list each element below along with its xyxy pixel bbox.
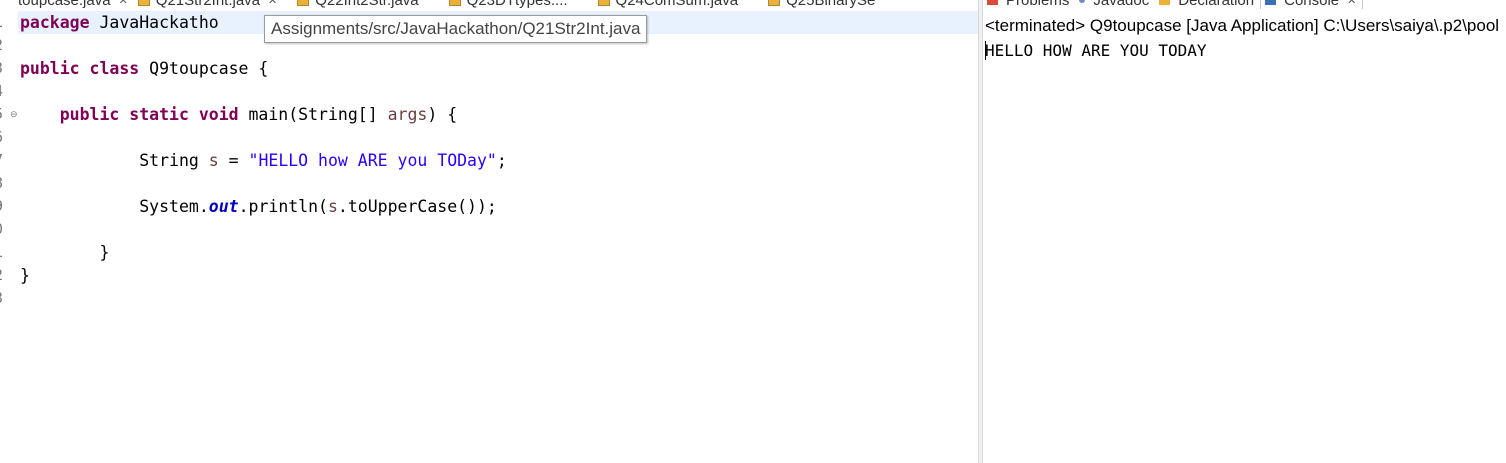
line-number: 7 [0,149,12,172]
eclipse-workbench: Q9toupcase.java ✕ Q21Str2Int.java ✕ Q22I… [0,0,1506,463]
line-number: 3 [0,57,12,80]
static-field-token: out [208,197,239,216]
line-number: 9 [0,195,12,218]
javadoc-icon [1079,0,1086,3]
editor-tab-q9toupcase[interactable]: Q9toupcase.java ✕ [0,0,134,9]
line-number: 8 [0,172,12,195]
tab-label: Declaration [1178,0,1255,9]
code-token: } [20,266,30,285]
code-token: ) { [427,105,458,124]
console-icon [1265,0,1277,5]
editor-tab-label: Q24ComSum.java [615,0,739,9]
code-token: main(String[] [238,105,388,124]
tab-path-tooltip: Assignments/src/JavaHackathon/Q21Str2Int… [264,15,648,43]
keyword-token: package [20,13,90,32]
tab-console[interactable]: Console ✕ [1260,0,1364,9]
code-line-1[interactable]: package JavaHackatho [20,11,219,34]
java-file-icon [597,0,610,6]
line-number-gutter: 1 2 3 4 5 ⊖ 6 7 8 9 0 1 2 3 [0,0,18,463]
console-output-text[interactable]: HELLO HOW ARE YOU TODAY [985,40,1207,62]
console-status-header: <terminated> Q9toupcase [Java Applicatio… [985,16,1500,35]
editor-tab-q21str2int[interactable]: Q21Str2Int.java ✕ [134,0,283,9]
code-token: } [20,243,110,262]
tab-label: Console [1284,0,1340,9]
code-token: System. [139,197,209,216]
tab-problems[interactable]: Problems [983,0,1075,9]
java-file-icon [137,0,150,6]
editor-tab-q25binaryse[interactable]: Q25BinarySe [764,0,881,9]
editor-tab-label: Q22Int2Str.java [315,0,419,9]
close-icon[interactable]: ✕ [1347,0,1356,7]
tab-declaration[interactable]: Declaration [1155,0,1260,9]
editor-tab-q23dttypes[interactable]: Q23DTtypes.... [445,0,574,9]
console-tab-bar: Problems Javadoc Declaration Console ✕ [983,0,1364,11]
java-file-icon [448,0,461,6]
close-icon[interactable]: ✕ [119,0,128,7]
editor-tab-q24comsum[interactable]: Q24ComSum.java [594,0,745,9]
editor-pane: Q9toupcase.java ✕ Q21Str2Int.java ✕ Q22I… [0,0,978,463]
code-line-3[interactable]: public class Q9toupcase { [20,57,268,80]
line-number: 3 [0,287,12,310]
code-token: String [139,151,209,170]
code-token: ; [496,151,507,170]
console-pane: Problems Javadoc Declaration Console ✕ <… [983,0,1506,463]
code-line-7[interactable]: String s = "HELLO how ARE you TODay"; [20,149,507,172]
editor-tab-label: Q23DTtypes.... [466,0,568,9]
code-line-5[interactable]: public static void main(String[] args) { [20,103,457,126]
code-token: .toUpperCase()); [337,197,497,216]
editor-tab-label: Q25BinarySe [786,0,876,9]
problems-icon [987,0,998,5]
declaration-icon [1159,0,1171,5]
line-number: 4 [0,80,12,103]
line-number: 2 [0,34,12,57]
code-token: .println( [238,197,328,216]
editor-tab-label: Q21Str2Int.java [155,0,261,9]
keyword-token: public static void [59,105,239,124]
code-line-9[interactable]: System.out.println(s.toUpperCase()); [20,195,497,218]
variable-token: s [327,197,338,216]
line-number: 1 [0,11,12,34]
tab-label: Problems [1006,0,1070,9]
line-number: 0 [0,218,12,241]
string-literal-token: "HELLO how ARE you TODay" [248,151,497,170]
line-number: 2 [0,264,12,287]
variable-token: args [387,105,428,124]
tab-javadoc[interactable]: Javadoc [1075,0,1155,9]
variable-token: s [208,151,219,170]
keyword-token: public class [20,59,140,78]
java-file-icon [768,0,781,6]
line-number: 1 [0,241,12,264]
editor-tab-q22int2str[interactable]: Q22Int2Str.java [293,0,424,9]
code-token: Q9toupcase { [139,59,269,78]
tab-label: Javadoc [1093,0,1150,9]
collapse-fold-icon[interactable]: ⊖ [10,103,18,126]
code-line-11[interactable]: } [20,241,109,264]
code-line-12[interactable]: } [20,264,30,287]
close-icon[interactable]: ✕ [268,0,277,7]
java-file-icon [297,0,310,6]
code-token: JavaHackatho [89,13,219,32]
line-number: 6 [0,126,12,149]
code-token: = [218,151,249,170]
editor-tab-bar: Q9toupcase.java ✕ Q21Str2Int.java ✕ Q22I… [0,0,978,11]
